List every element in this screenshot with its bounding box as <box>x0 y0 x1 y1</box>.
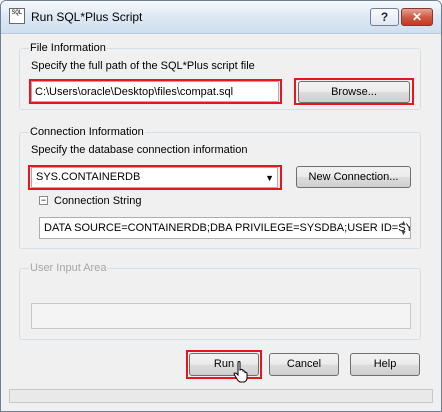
help-button[interactable]: Help <box>350 353 420 376</box>
scroll-up-icon[interactable]: ▲ <box>400 220 407 227</box>
connection-instruction: Specify the database connection informat… <box>31 144 248 156</box>
user-input-field <box>31 303 411 329</box>
title-help-button[interactable]: ? <box>370 8 399 26</box>
run-sqlplus-dialog: SQL Run SQL*Plus Script ? ✕ File Informa… <box>0 0 442 412</box>
collapse-icon[interactable]: − <box>39 196 48 205</box>
connection-string-field: DATA SOURCE=CONTAINERDB;DBA PRIVILEGE=SY… <box>39 217 411 239</box>
connection-string-text: DATA SOURCE=CONTAINERDB;DBA PRIVILEGE=SY… <box>44 222 411 234</box>
app-icon-text: SQL <box>11 9 23 16</box>
status-bar <box>9 389 433 403</box>
file-information-legend: File Information <box>29 42 107 54</box>
path-input-highlight <box>29 79 282 104</box>
title-bar[interactable]: SQL Run SQL*Plus Script ? ✕ <box>1 1 441 34</box>
close-button[interactable]: ✕ <box>401 8 433 26</box>
connection-information-legend: Connection Information <box>29 126 145 138</box>
scroll-down-icon[interactable]: ▼ <box>400 230 407 237</box>
connection-select-highlight <box>28 165 282 190</box>
user-input-legend: User Input Area <box>29 262 108 274</box>
connection-string-toggle-label[interactable]: Connection String <box>54 195 141 207</box>
window-title: Run SQL*Plus Script <box>31 10 143 24</box>
sqlplus-app-icon: SQL <box>9 8 25 24</box>
new-connection-button[interactable]: New Connection... <box>296 166 411 188</box>
hand-cursor-icon <box>233 361 248 383</box>
run-button-highlight <box>186 350 262 379</box>
file-path-instruction: Specify the full path of the SQL*Plus sc… <box>31 60 255 72</box>
cancel-button[interactable]: Cancel <box>269 353 339 376</box>
browse-button-highlight <box>294 78 414 105</box>
